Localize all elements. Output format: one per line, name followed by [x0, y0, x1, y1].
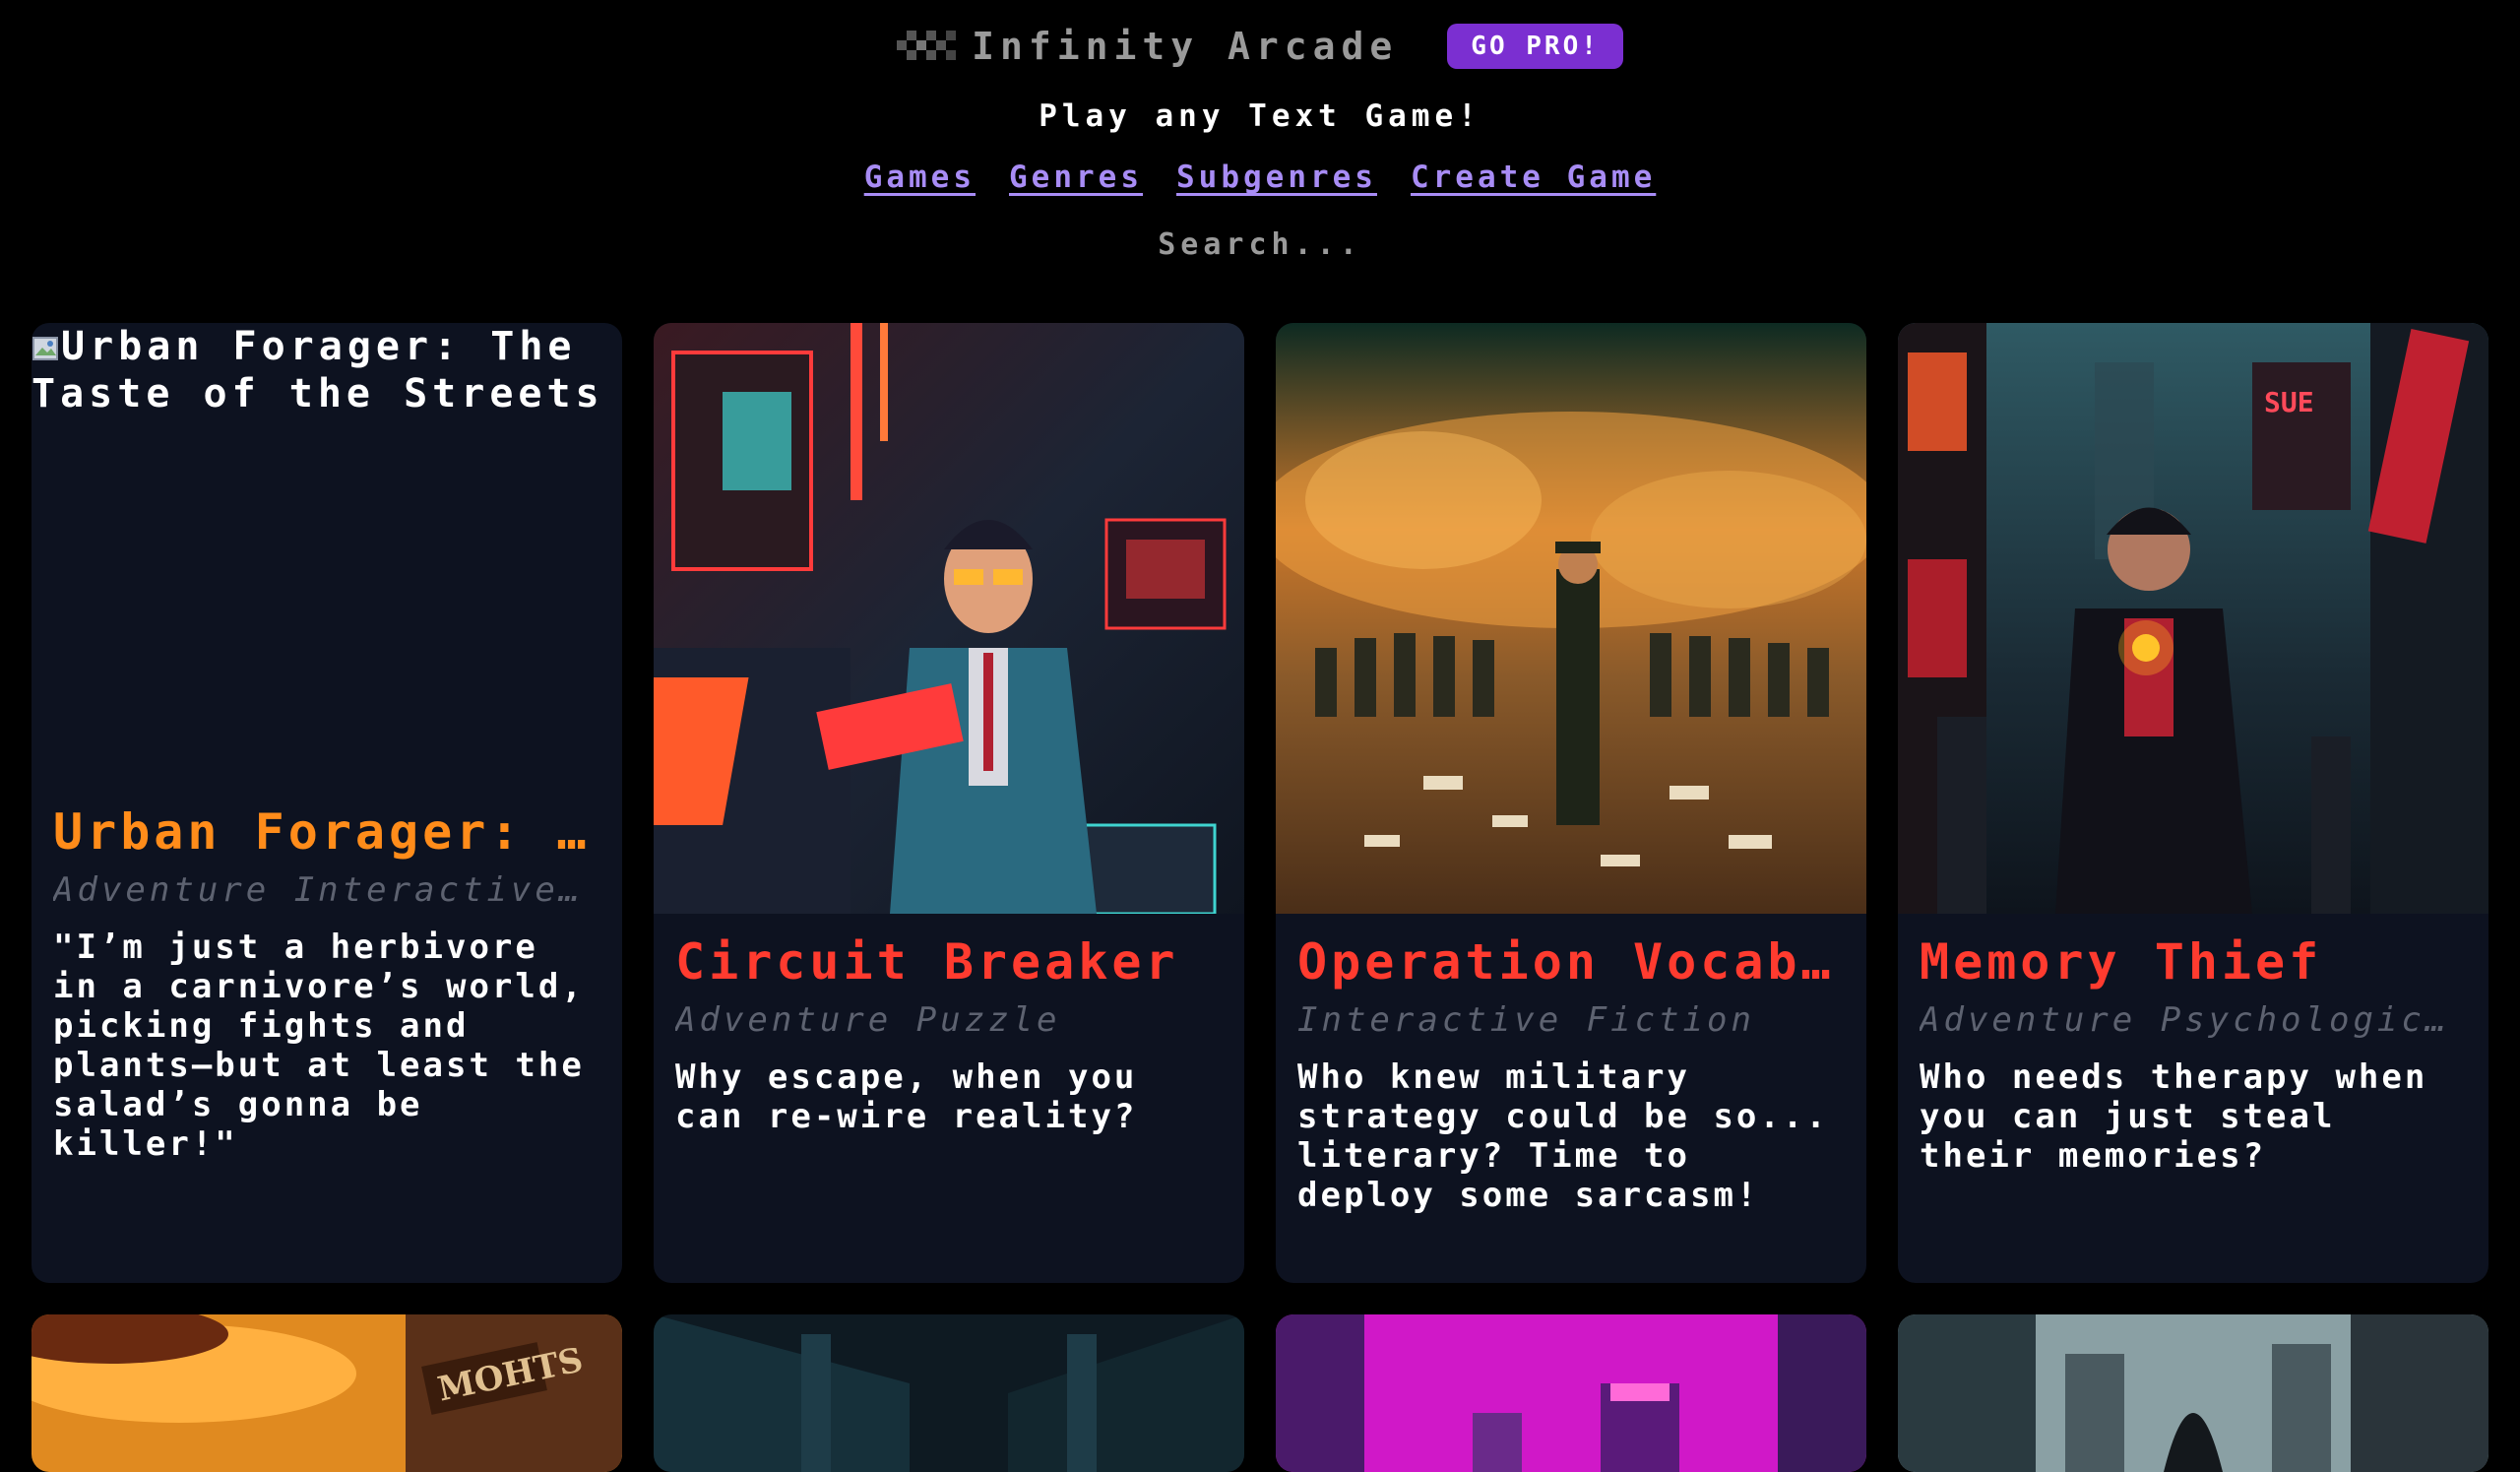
card-title: Memory Thief: [1920, 933, 2323, 991]
card-title: Urban Forager: The Taste of the Streets: [53, 803, 600, 861]
image-alt-text: Urban Forager: The Taste of the Streets: [32, 324, 604, 416]
game-card-image[interactable]: [1276, 1314, 1866, 1472]
game-card-image[interactable]: MOHTS: [32, 1314, 622, 1472]
card-genres: Adventure Puzzle: [675, 1000, 1061, 1040]
card-genres: Adventure Interactive Fiction: [53, 870, 600, 910]
dark-corridor-illustration: [654, 1314, 1244, 1472]
brand-row: Infinity Arcade GO PRO!: [0, 24, 2520, 69]
card-title: Operation Vocabulary: [1297, 933, 1845, 991]
card-body: Operation Vocabulary Interactive Fiction…: [1297, 933, 1845, 1215]
main-nav: Games Genres Subgenres Create Game: [0, 160, 2520, 195]
nav-link-create-game[interactable]: Create Game: [1411, 160, 1656, 195]
game-cover-image: SUE: [1898, 323, 2488, 914]
tagline: Play any Text Game!: [1039, 98, 1481, 134]
broken-image: Urban Forager: The Taste of the Streets: [32, 323, 622, 480]
brand-title: Infinity Arcade: [972, 25, 1399, 68]
game-card-urban-forager[interactable]: Urban Forager: The Taste of the Streets …: [32, 323, 622, 1283]
card-description: "I’m just a herbivore in a carnivore’s w…: [53, 928, 585, 1164]
svg-text:SUE: SUE: [2264, 386, 2314, 418]
military-field-illustration: [1276, 323, 1866, 914]
brand[interactable]: Infinity Arcade: [897, 25, 1398, 68]
search-input[interactable]: [1063, 223, 1457, 266]
game-card-image[interactable]: [654, 1314, 1244, 1472]
card-description: Who knew military strategy could be so..…: [1297, 1057, 1829, 1215]
card-genres: Adventure Psychological: [1920, 1000, 2467, 1040]
western-town-illustration: MOHTS: [32, 1314, 622, 1472]
game-card-operation-vocabulary[interactable]: Operation Vocabulary Interactive Fiction…: [1276, 323, 1866, 1283]
card-description: Who needs therapy when you can just stea…: [1920, 1057, 2428, 1176]
nav-link-games[interactable]: Games: [864, 160, 976, 195]
nav-link-genres[interactable]: Genres: [1009, 160, 1143, 195]
city-figure-illustration: [1898, 1314, 2488, 1472]
card-description: Why escape, when you can re-wire reality…: [675, 1057, 1138, 1136]
game-cover-image: [1276, 323, 1866, 914]
card-body: Circuit Breaker Adventure Puzzle Why esc…: [675, 933, 1223, 1136]
broken-image-icon: [32, 337, 58, 360]
pixel-logo-icon: [897, 31, 957, 60]
game-card-image[interactable]: [1898, 1314, 2488, 1472]
game-card-memory-thief[interactable]: SUE Memory Thief Adventure Psychological…: [1898, 323, 2488, 1283]
go-pro-button[interactable]: GO PRO!: [1447, 24, 1623, 69]
game-cover-image: [654, 323, 1244, 914]
game-card-circuit-breaker[interactable]: Circuit Breaker Adventure Puzzle Why esc…: [654, 323, 1244, 1283]
card-body: Urban Forager: The Taste of the Streets …: [53, 803, 600, 1164]
card-genres: Interactive Fiction: [1297, 1000, 1755, 1040]
card-body: Memory Thief Adventure Psychological Who…: [1920, 933, 2467, 1176]
nav-link-subgenres[interactable]: Subgenres: [1176, 160, 1377, 195]
neon-city-illustration: SUE: [1898, 323, 2488, 914]
neon-street-illustration: [1276, 1314, 1866, 1472]
card-title: Circuit Breaker: [675, 933, 1179, 991]
cyberpunk-lab-illustration: [654, 323, 1244, 914]
